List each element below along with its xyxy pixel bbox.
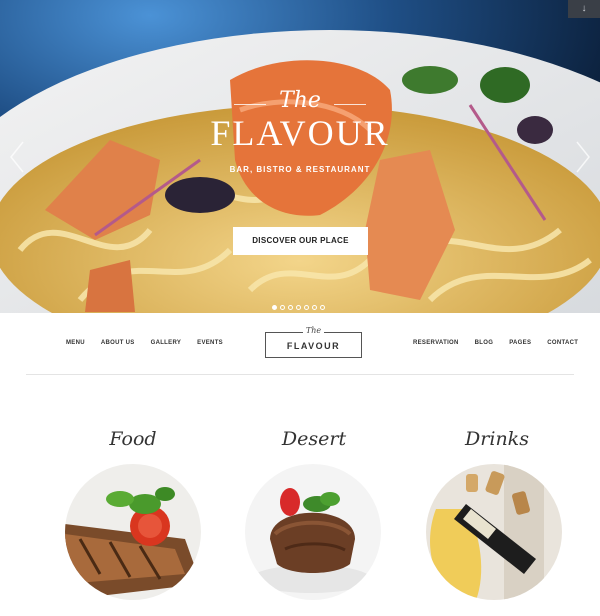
hero-image [0, 0, 600, 313]
next-slide-arrow-icon[interactable] [572, 140, 592, 174]
hero-title-small: The [200, 88, 400, 113]
nav-item-about-us[interactable]: ABOUT US [101, 340, 135, 346]
prev-slide-arrow-icon[interactable] [8, 140, 28, 174]
hero-tagline: BAR, BISTRO & RESTAURANT [229, 165, 371, 174]
slider-dot[interactable] [272, 305, 277, 310]
logo[interactable]: The FLAVOUR [265, 326, 362, 358]
slider-dot[interactable] [320, 305, 325, 310]
category-title-desert: Desert [281, 428, 347, 450]
nav-item-menu[interactable]: MENU [66, 340, 85, 346]
slider-dot[interactable] [288, 305, 293, 310]
nav-item-pages[interactable]: PAGES [509, 340, 531, 346]
nav-item-contact[interactable]: CONTACT [547, 340, 578, 346]
drinks-image[interactable] [426, 464, 562, 600]
nav-item-blog[interactable]: BLOG [475, 340, 494, 346]
slider-dot[interactable] [312, 305, 317, 310]
divider [26, 374, 574, 375]
category-title-food: Food [109, 428, 157, 450]
discover-button[interactable]: DISCOVER OUR PLACE [233, 227, 368, 255]
logo-name: FLAVOUR [286, 341, 341, 351]
slider-dots [272, 305, 325, 310]
slider-dot[interactable] [280, 305, 285, 310]
hero-slider: ↓ The FLAVOUR BAR, BISTRO & RESTAURANT D… [0, 0, 600, 313]
category-title-drinks: Drinks [465, 428, 529, 450]
slider-dot[interactable] [296, 305, 301, 310]
logo-small-text: The [302, 326, 325, 335]
slider-dot[interactable] [304, 305, 309, 310]
desert-image[interactable] [245, 464, 381, 600]
food-image[interactable] [65, 464, 201, 600]
nav-item-gallery[interactable]: GALLERY [151, 340, 182, 346]
nav-item-events[interactable]: EVENTS [197, 340, 223, 346]
nav-left: MENU ABOUT US GALLERY EVENTS [66, 340, 223, 346]
nav-item-reservation[interactable]: RESERVATION [413, 340, 459, 346]
scroll-down-button[interactable]: ↓ [568, 0, 600, 18]
nav-right: RESERVATION BLOG PAGES CONTACT [413, 340, 578, 346]
hero-title: FLAVOUR [210, 113, 390, 153]
